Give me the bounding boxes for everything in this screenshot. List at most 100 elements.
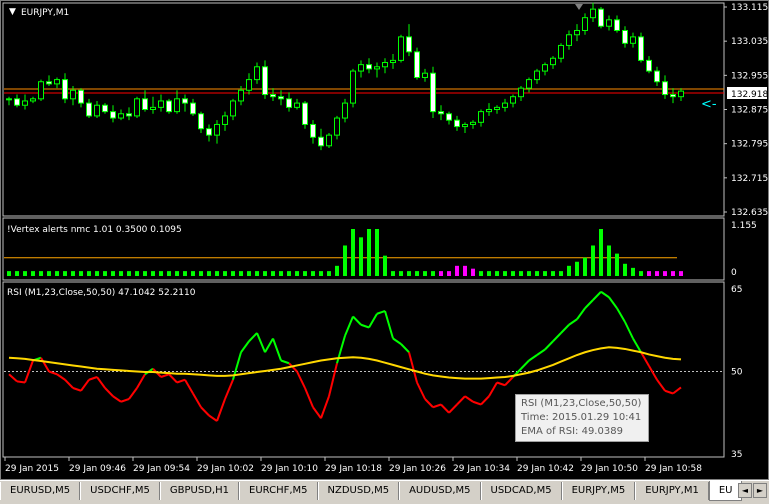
- bull-candle: [230, 100, 236, 117]
- ema-series: [8, 346, 682, 380]
- rsi-segment: [392, 337, 402, 345]
- vertex-bar: [175, 271, 179, 276]
- bear-candle: [262, 66, 268, 96]
- chart-canvas[interactable]: ▼ EURJPY,M1 !Vertex alerts nmc 1.01 0.35…: [1, 1, 768, 479]
- vertex-bar: [671, 271, 675, 276]
- vertex-bar: [511, 271, 515, 276]
- vertex-bar: [543, 271, 547, 276]
- vertex-bar: [207, 271, 211, 276]
- vertex-bar: [183, 271, 187, 276]
- rsi-segment: [264, 337, 274, 353]
- bull-candle: [398, 36, 404, 61]
- rsi-segment: [416, 382, 426, 400]
- price-tick-label: 133.115: [731, 3, 768, 13]
- rsi-segment: [136, 373, 146, 389]
- chart-window[interactable]: ▼ EURJPY,M1 !Vertex alerts nmc 1.01 0.35…: [0, 0, 769, 480]
- rsi-segment: [296, 371, 306, 389]
- bear-candle: [286, 98, 292, 108]
- rsi-segment: [48, 370, 58, 376]
- rsi-segment: [200, 406, 210, 417]
- tab-usdcad-m5[interactable]: USDCAD,M5: [480, 482, 562, 500]
- tab-audusd-m5[interactable]: AUDUSD,M5: [399, 482, 481, 500]
- rsi-segment: [256, 332, 266, 353]
- rsi-segment: [536, 348, 546, 356]
- bull-candle: [118, 113, 124, 119]
- bear-candle: [366, 64, 372, 70]
- bull-candle: [470, 121, 476, 125]
- vertex-bar: [375, 229, 379, 276]
- price-tick-label: 132.715: [731, 174, 768, 184]
- vertex-bar: [319, 271, 323, 276]
- vertex-bar: [47, 271, 51, 276]
- bull-candle: [518, 87, 524, 98]
- chart-title: EURJPY,M1: [21, 8, 69, 18]
- symbol-dropdown-icon[interactable]: ▼: [9, 7, 16, 17]
- rsi-segment: [464, 395, 474, 403]
- rsi-segment: [96, 376, 106, 389]
- tooltip-line-3: EMA of RSI: 49.0389: [521, 426, 623, 437]
- bear-candle: [14, 98, 20, 106]
- bull-candle: [422, 72, 428, 78]
- price-tick-label: 132.955: [731, 71, 768, 81]
- vertex-bar: [495, 271, 499, 276]
- vertex-tick-label: 0: [731, 268, 737, 278]
- vertex-bar: [639, 271, 643, 276]
- vertex-bar: [79, 271, 83, 276]
- bull-candle: [374, 66, 380, 70]
- tab-scroll-left-icon[interactable]: ◄: [738, 483, 752, 498]
- bull-candle: [150, 106, 156, 111]
- tab-usdchf-m5[interactable]: USDCHF,M5: [80, 482, 160, 500]
- tab-eurjpy-m5[interactable]: EURJPY,M5: [561, 482, 636, 500]
- bull-candle: [542, 64, 548, 72]
- bear-candle: [62, 79, 68, 100]
- vertex-bar: [63, 271, 67, 276]
- vertex-bar: [87, 271, 91, 276]
- time-tick-label: 29 Jan 10:50: [581, 464, 638, 474]
- rsi-segment: [624, 321, 634, 339]
- vertex-bar: [479, 271, 483, 276]
- current-price-label: 132.918: [731, 90, 768, 100]
- vertex-bar: [471, 268, 475, 276]
- tab-scroll-right-icon[interactable]: ►: [753, 483, 767, 498]
- price-arrow-marker: <-: [701, 97, 717, 112]
- vertex-bar: [287, 271, 291, 276]
- vertex-bar: [247, 271, 251, 276]
- tab-gbpusd-h1[interactable]: GBPUSD,H1: [159, 482, 239, 500]
- bear-candle: [654, 70, 660, 83]
- tab-eurjpy-m1[interactable]: EURJPY,M1: [635, 482, 709, 500]
- rsi-segment: [472, 400, 482, 406]
- tab-eurchf-m5[interactable]: EURCHF,M5: [239, 482, 318, 500]
- vertex-bar: [31, 271, 35, 276]
- vertex-bar: [71, 271, 75, 276]
- tooltip-line-2: Time: 2015.01.29 10:41: [521, 412, 642, 423]
- price-pane[interactable]: [2, 2, 725, 217]
- price-tick-label: 133.035: [731, 37, 768, 47]
- vertex-bar: [351, 229, 355, 276]
- tab-nzdusd-m5[interactable]: NZDUSD,M5: [317, 482, 400, 500]
- bull-candle: [534, 70, 540, 81]
- vertex-bar: [255, 271, 259, 276]
- bear-candle: [310, 123, 316, 138]
- rsi-segment: [184, 379, 194, 395]
- rsi-segment: [456, 395, 466, 406]
- vertex-bar: [367, 229, 371, 276]
- vertex-histogram: [7, 229, 683, 276]
- rsi-segment: [192, 392, 202, 408]
- rsi-segment: [488, 381, 498, 397]
- vertex-bar: [631, 267, 635, 276]
- tab-eurusd-m5[interactable]: EURUSD,M5: [0, 482, 81, 500]
- chart-shift-marker-icon[interactable]: [575, 4, 583, 10]
- rsi-segment: [56, 373, 66, 381]
- bear-candle: [78, 89, 84, 104]
- vertex-bar: [407, 271, 411, 276]
- rsi-segment: [528, 354, 538, 362]
- vertex-bar: [15, 271, 19, 276]
- vertex-bar: [415, 271, 419, 276]
- bull-candle: [558, 44, 564, 59]
- bear-candle: [270, 94, 276, 98]
- rsi-segment: [584, 299, 594, 309]
- vertex-bar: [463, 265, 467, 276]
- vertex-bar: [215, 271, 219, 276]
- tooltip-line-1: RSI (M1,23,Close,50,50): [521, 398, 642, 409]
- vertex-bar: [527, 271, 531, 276]
